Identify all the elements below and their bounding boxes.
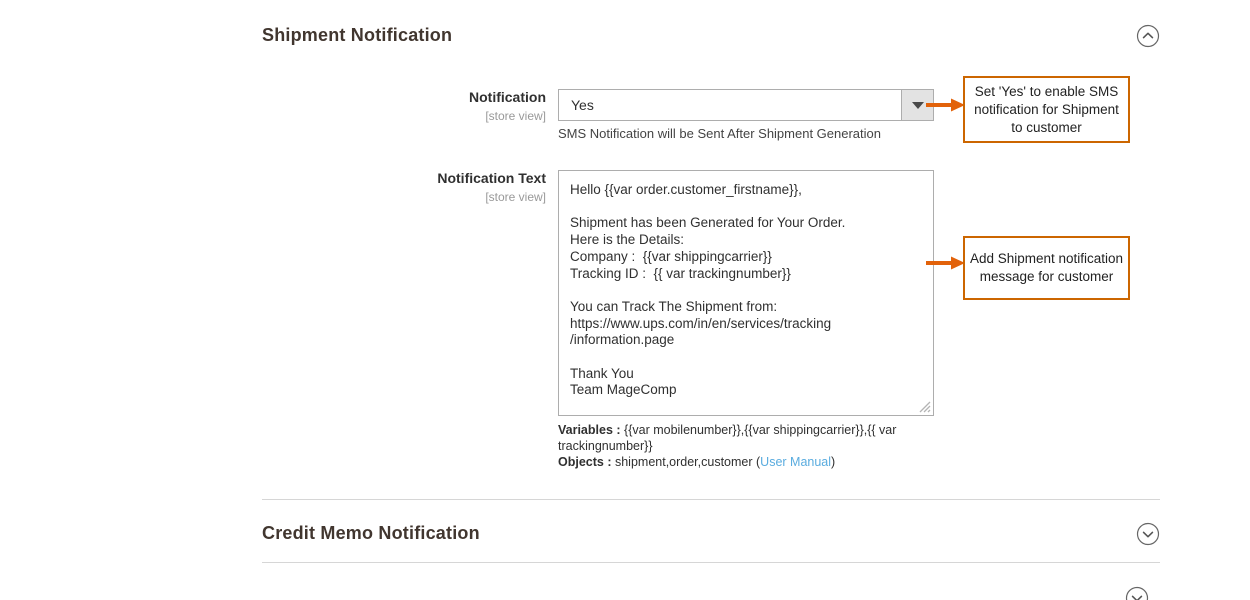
caret-down-icon: [911, 101, 924, 109]
objects-suffix: ): [831, 455, 836, 469]
arrow-right-icon: [926, 256, 965, 270]
section-header-shipment-notification[interactable]: Shipment Notification: [262, 22, 1160, 50]
callout-notification-text: Add Shipment notification message for cu…: [963, 236, 1130, 300]
notification-select-value: Yes: [571, 97, 594, 113]
notification-select[interactable]: Yes: [558, 89, 934, 121]
callout-notification-setting: Set 'Yes' to enable SMS notification for…: [963, 76, 1130, 143]
callout-notification-text-label: Add Shipment notification message for cu…: [969, 251, 1124, 284]
credit-memo-title: Credit Memo Notification: [262, 523, 480, 544]
notification-label-text: Notification: [469, 89, 546, 105]
section-header-credit-memo-notification[interactable]: Credit Memo Notification: [262, 520, 1160, 548]
notification-text-field-label: Notification Text [store view]: [346, 170, 546, 205]
objects-label: Objects :: [558, 455, 612, 469]
callout-notification-text: Set 'Yes' to enable SMS notification for…: [974, 83, 1119, 135]
chevron-up-circle-icon[interactable]: [1136, 24, 1160, 48]
notification-text-scope-text: [store view]: [485, 189, 546, 204]
objects-line: Objects : shipment,order,customer (User …: [558, 454, 920, 470]
user-manual-link[interactable]: User Manual: [760, 455, 831, 469]
notification-field-label: Notification [store view]: [346, 89, 546, 124]
chevron-down-circle-icon[interactable]: [1136, 522, 1160, 546]
arrow-right-icon: [926, 98, 965, 112]
variables-label: Variables :: [558, 423, 621, 437]
chevron-down-circle-icon-partial[interactable]: [1125, 586, 1149, 600]
notification-text-textarea[interactable]: Hello {{var order.customer_firstname}}, …: [558, 170, 934, 416]
variables-line: Variables : {{var mobilenumber}},{{var s…: [558, 422, 920, 454]
section-divider-bottom: [262, 562, 1160, 563]
notification-text-label-text: Notification Text: [437, 170, 546, 186]
objects-value: shipment,order,customer (: [611, 455, 761, 469]
notification-hint-text: SMS Notification will be Sent After Ship…: [558, 126, 881, 141]
notification-scope-text: [store view]: [485, 108, 546, 123]
template-variables-note: Variables : {{var mobilenumber}},{{var s…: [558, 422, 920, 470]
section-divider-top: [262, 499, 1160, 500]
page-title: Shipment Notification: [262, 25, 453, 46]
